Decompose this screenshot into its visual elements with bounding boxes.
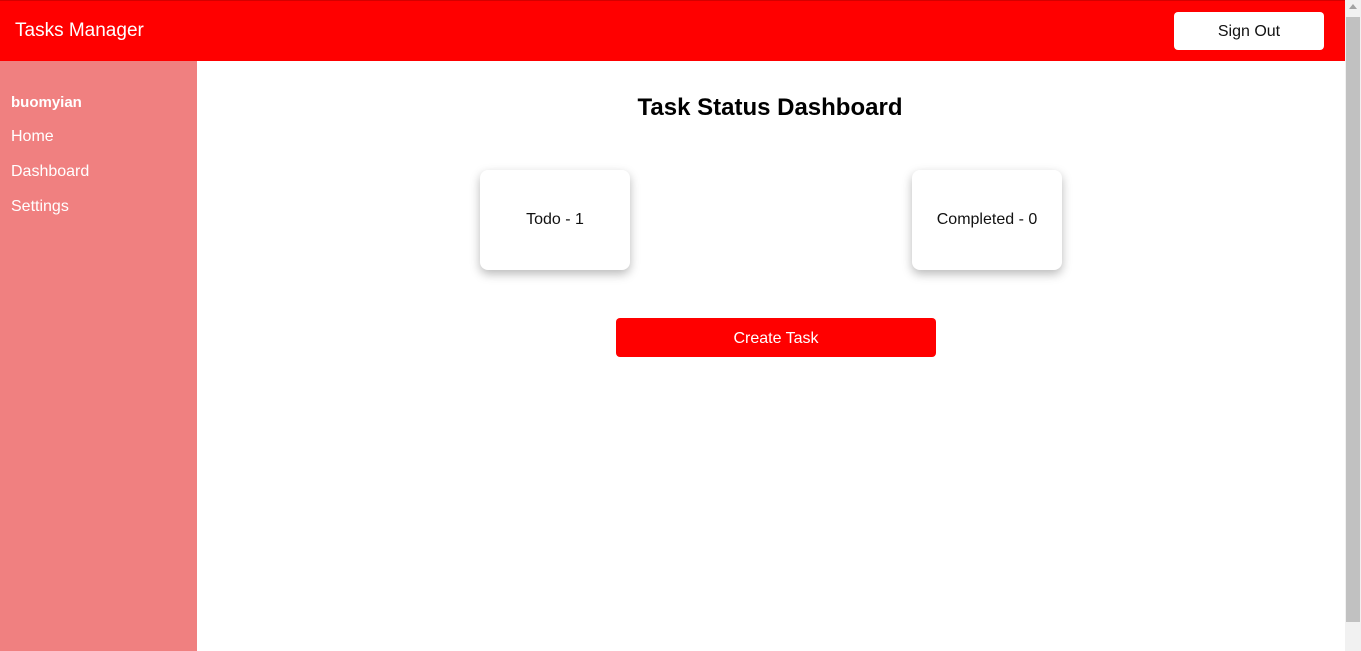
completed-status-card[interactable]: Completed - 0 bbox=[912, 170, 1062, 270]
main-content: Task Status Dashboard Todo - 1 Completed… bbox=[197, 61, 1345, 651]
page-title: Task Status Dashboard bbox=[637, 94, 903, 121]
sign-out-button[interactable]: Sign Out bbox=[1174, 12, 1324, 50]
vertical-scrollbar[interactable] bbox=[1345, 0, 1361, 651]
sidebar-username: buomyian bbox=[11, 94, 82, 111]
sidebar: buomyian Home Dashboard Settings bbox=[0, 61, 197, 651]
top-navbar: Tasks Manager Sign Out bbox=[0, 0, 1345, 61]
create-task-button[interactable]: Create Task bbox=[616, 318, 936, 357]
app-title: Tasks Manager bbox=[15, 20, 144, 41]
sidebar-item-home[interactable]: Home bbox=[11, 128, 54, 146]
sidebar-item-dashboard[interactable]: Dashboard bbox=[11, 163, 89, 181]
scrollbar-thumb[interactable] bbox=[1346, 17, 1360, 622]
todo-status-card[interactable]: Todo - 1 bbox=[480, 170, 630, 270]
app-window: Tasks Manager Sign Out buomyian Home Das… bbox=[0, 0, 1361, 651]
scroll-up-arrow-icon[interactable] bbox=[1349, 4, 1357, 9]
sidebar-item-settings[interactable]: Settings bbox=[11, 198, 69, 216]
